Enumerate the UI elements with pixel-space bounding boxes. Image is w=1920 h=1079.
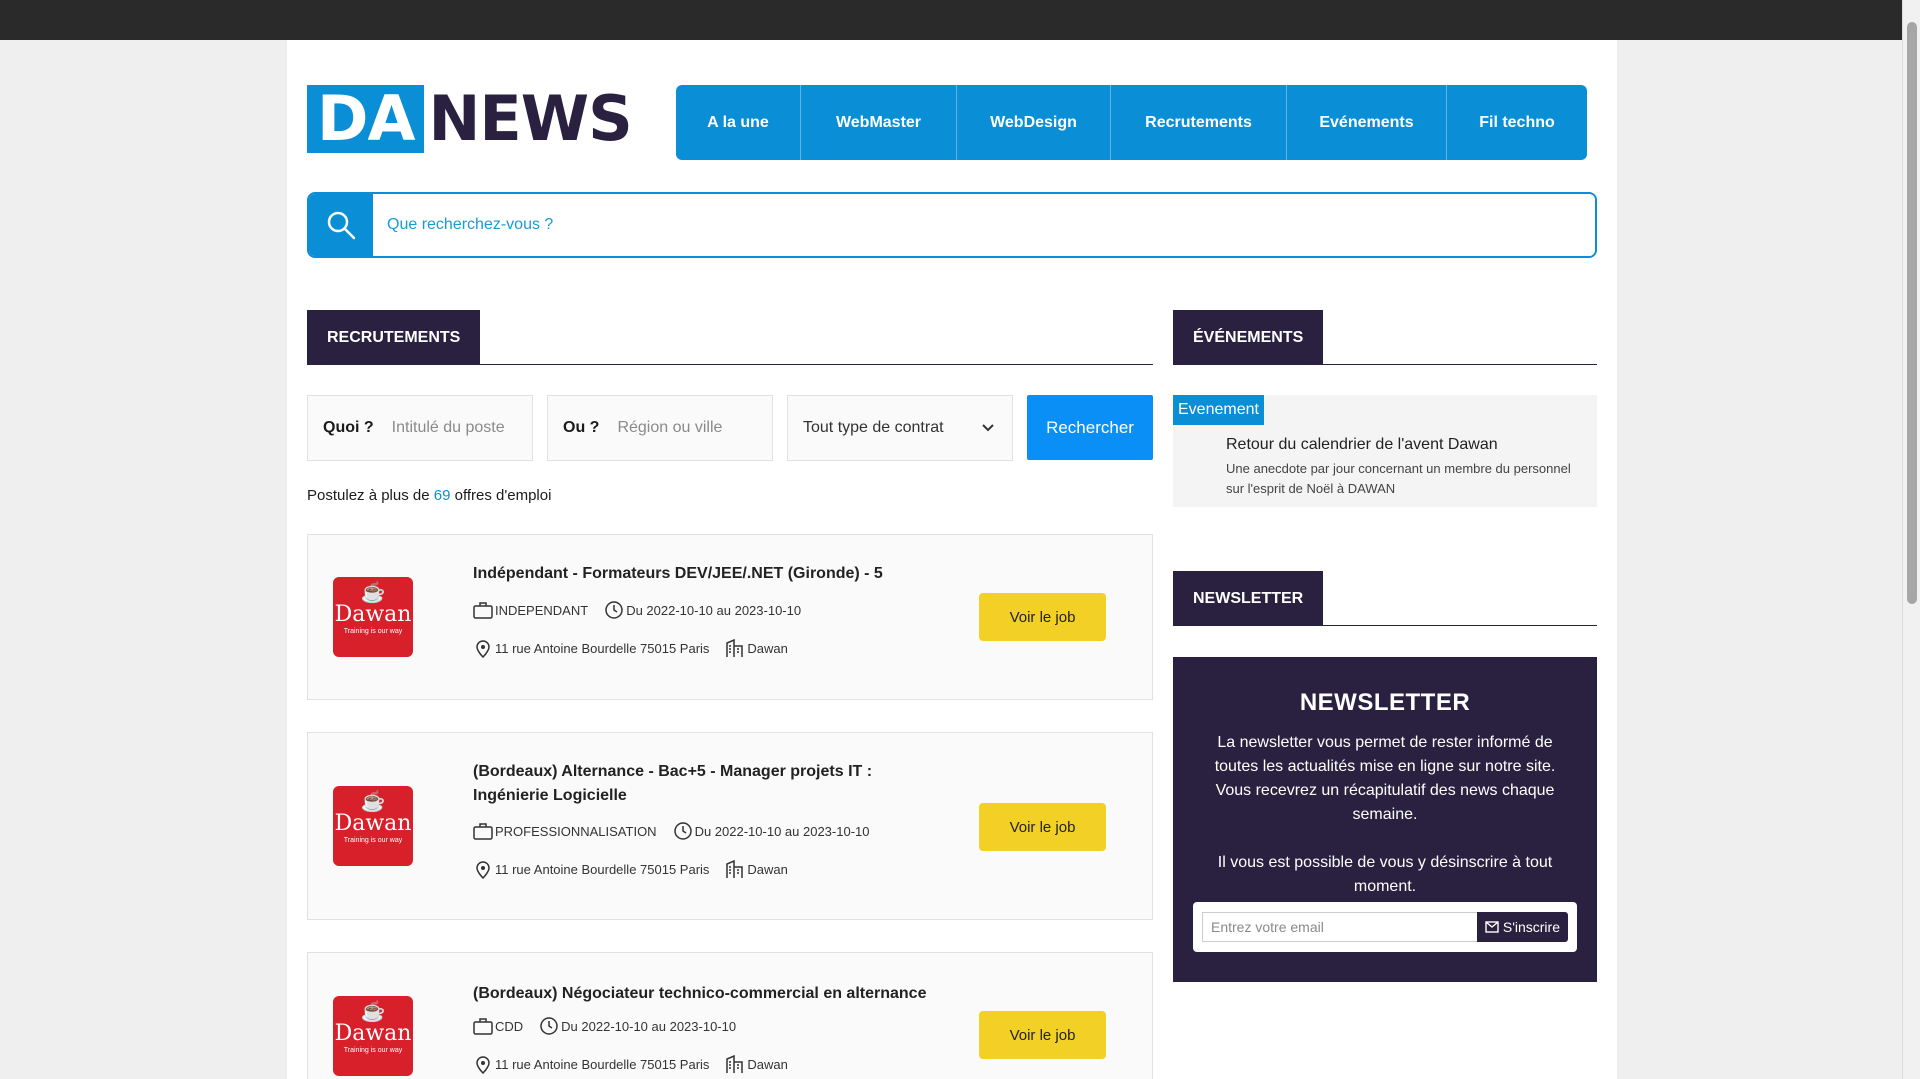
job-meta-row-2: 11 rue Antoine Bourdelle 75015 Paris Daw… bbox=[473, 1054, 804, 1074]
clock-icon bbox=[605, 601, 623, 619]
newsletter-header: NEWSLETTER bbox=[1173, 571, 1597, 626]
rechercher-button[interactable]: Rechercher bbox=[1027, 395, 1153, 460]
building-icon bbox=[726, 859, 744, 878]
newsletter-heading: NEWSLETTER bbox=[1173, 571, 1324, 626]
building-icon bbox=[726, 638, 744, 657]
contract-select-value: Tout type de contrat bbox=[803, 419, 944, 436]
company-logo: ☕ Dawan Training is our way bbox=[333, 786, 413, 866]
job-company: Dawan bbox=[747, 1056, 788, 1072]
newsletter-text: La newsletter vous permet de rester info… bbox=[1214, 734, 1556, 823]
newsletter-box-title: NEWSLETTER bbox=[1299, 689, 1471, 716]
offers-count-number: 69 bbox=[433, 487, 451, 504]
job-title[interactable]: (Bordeaux) Négociateur technico-commerci… bbox=[473, 982, 973, 1006]
job-title[interactable]: (Bordeaux) Alternance - Bac+5 - Manager … bbox=[473, 760, 903, 808]
clock-icon bbox=[673, 822, 692, 840]
voir-le-job-button[interactable]: Voir le job bbox=[979, 593, 1106, 641]
search-input[interactable] bbox=[373, 194, 1595, 256]
clock-icon bbox=[540, 1017, 558, 1035]
job-title[interactable]: Indépendant - Formateurs DEV/JEE/.NET (G… bbox=[473, 562, 903, 586]
offers-count: Postulez à plus de 69 offres d'emploi bbox=[307, 487, 552, 504]
event-description: Une anecdote par jour concernant un memb… bbox=[1226, 461, 1571, 496]
quoi-label: Quoi ? bbox=[323, 419, 374, 436]
evenements-title: ÉVÉNEMENTS bbox=[1173, 310, 1324, 365]
event-card[interactable]: Evenement Retour du calendrier de l'aven… bbox=[1173, 395, 1597, 507]
event-badge: Evenement bbox=[1173, 395, 1264, 425]
briefcase-icon bbox=[473, 602, 493, 619]
job-meta-row-2: 11 rue Antoine Bourdelle 75015 Paris Daw… bbox=[473, 638, 804, 658]
job-meta-row-2: 11 rue Antoine Bourdelle 75015 Paris Daw… bbox=[473, 859, 804, 879]
subscribe-label: S'inscrire bbox=[1502, 919, 1560, 935]
nav-fil-techno[interactable]: Fil techno bbox=[1447, 85, 1587, 160]
quoi-field[interactable]: Quoi ? Intitulé du poste bbox=[307, 395, 533, 461]
job-dates: Du 2022-10-10 au 2023-10-10 bbox=[694, 823, 870, 839]
company-logo: ☕ Dawan Training is our way bbox=[333, 996, 413, 1076]
newsletter-unsubscribe-text: Il vous est possible de vous y désinscri… bbox=[1217, 854, 1553, 895]
job-contract: INDEPENDANT bbox=[495, 602, 589, 618]
nav-webdesign[interactable]: WebDesign bbox=[957, 85, 1111, 160]
location-pin-icon bbox=[476, 640, 490, 658]
company-logo: ☕ Dawan Training is our way bbox=[333, 577, 413, 657]
newsletter-box: NEWSLETTER La newsletter vous permet de … bbox=[1173, 657, 1597, 982]
event-title[interactable]: Retour du calendrier de l'avent Dawan bbox=[1226, 436, 1498, 454]
job-address: 11 rue Antoine Bourdelle 75015 Paris bbox=[495, 861, 710, 877]
job-dates: Du 2022-10-10 au 2023-10-10 bbox=[626, 602, 802, 618]
job-address: 11 rue Antoine Bourdelle 75015 Paris bbox=[495, 640, 710, 656]
envelope-icon bbox=[1485, 921, 1499, 933]
job-meta-row-1: CDD Du 2022-10-10 au 2023-10-10 bbox=[473, 1016, 752, 1036]
logo-da: DA bbox=[307, 85, 425, 153]
job-address: 11 rue Antoine Bourdelle 75015 Paris bbox=[495, 1056, 710, 1072]
chevron-down-icon bbox=[982, 419, 994, 437]
evenements-header: ÉVÉNEMENTS bbox=[1173, 310, 1597, 365]
location-pin-icon bbox=[476, 861, 490, 879]
building-icon bbox=[726, 1054, 744, 1073]
nav-webmaster[interactable]: WebMaster bbox=[801, 85, 957, 160]
location-pin-icon bbox=[476, 1056, 490, 1074]
site-logo[interactable]: DA NEWS bbox=[307, 82, 633, 155]
newsletter-form: S'inscrire bbox=[1193, 902, 1577, 952]
page-container: DA NEWS A la une WebMaster WebDesign Rec… bbox=[287, 40, 1617, 1079]
nav-a-la-une[interactable]: A la une bbox=[676, 85, 801, 160]
page-scrollbar[interactable] bbox=[1902, 0, 1920, 1079]
main-nav: A la une WebMaster WebDesign Recrutement… bbox=[676, 85, 1587, 160]
ou-label: Ou ? bbox=[563, 419, 600, 436]
email-field[interactable] bbox=[1202, 912, 1477, 942]
job-company: Dawan bbox=[747, 861, 788, 877]
voir-le-job-button[interactable]: Voir le job bbox=[979, 1011, 1106, 1059]
voir-le-job-button[interactable]: Voir le job bbox=[979, 803, 1106, 851]
nav-recrutements[interactable]: Recrutements bbox=[1111, 85, 1287, 160]
logo-news: NEWS bbox=[428, 82, 632, 155]
job-card: ☕ Dawan Training is our way Indépendant … bbox=[307, 534, 1153, 700]
job-company: Dawan bbox=[747, 640, 788, 656]
job-card: ☕ Dawan Training is our way (Bordeaux) A… bbox=[307, 732, 1153, 920]
job-contract: CDD bbox=[495, 1018, 524, 1034]
job-meta-row-1: PROFESSIONNALISATION Du 2022-10-10 au 20… bbox=[473, 821, 886, 841]
job-dates: Du 2022-10-10 au 2023-10-10 bbox=[561, 1018, 737, 1034]
browser-top-bar bbox=[0, 0, 1920, 40]
job-meta-row-1: INDEPENDANT Du 2022-10-10 au 2023-10-10 bbox=[473, 600, 817, 620]
briefcase-icon bbox=[473, 823, 493, 840]
contract-select[interactable]: Tout type de contrat bbox=[787, 395, 1013, 461]
search-bar bbox=[307, 192, 1597, 258]
recrutements-title: RECRUTEMENTS bbox=[307, 310, 481, 365]
quoi-placeholder: Intitulé du poste bbox=[391, 419, 505, 436]
search-icon[interactable] bbox=[309, 194, 373, 256]
ou-placeholder: Région ou ville bbox=[617, 419, 723, 436]
recrutements-header: RECRUTEMENTS bbox=[307, 310, 1153, 365]
nav-evenements[interactable]: Evénements bbox=[1287, 85, 1447, 160]
ou-field[interactable]: Ou ? Région ou ville bbox=[547, 395, 773, 461]
briefcase-icon bbox=[473, 1018, 493, 1035]
subscribe-button[interactable]: S'inscrire bbox=[1476, 912, 1568, 942]
job-contract: PROFESSIONNALISATION bbox=[495, 823, 657, 839]
scrollbar-thumb[interactable] bbox=[1907, 22, 1917, 604]
job-card: ☕ Dawan Training is our way (Bordeaux) N… bbox=[307, 952, 1153, 1079]
